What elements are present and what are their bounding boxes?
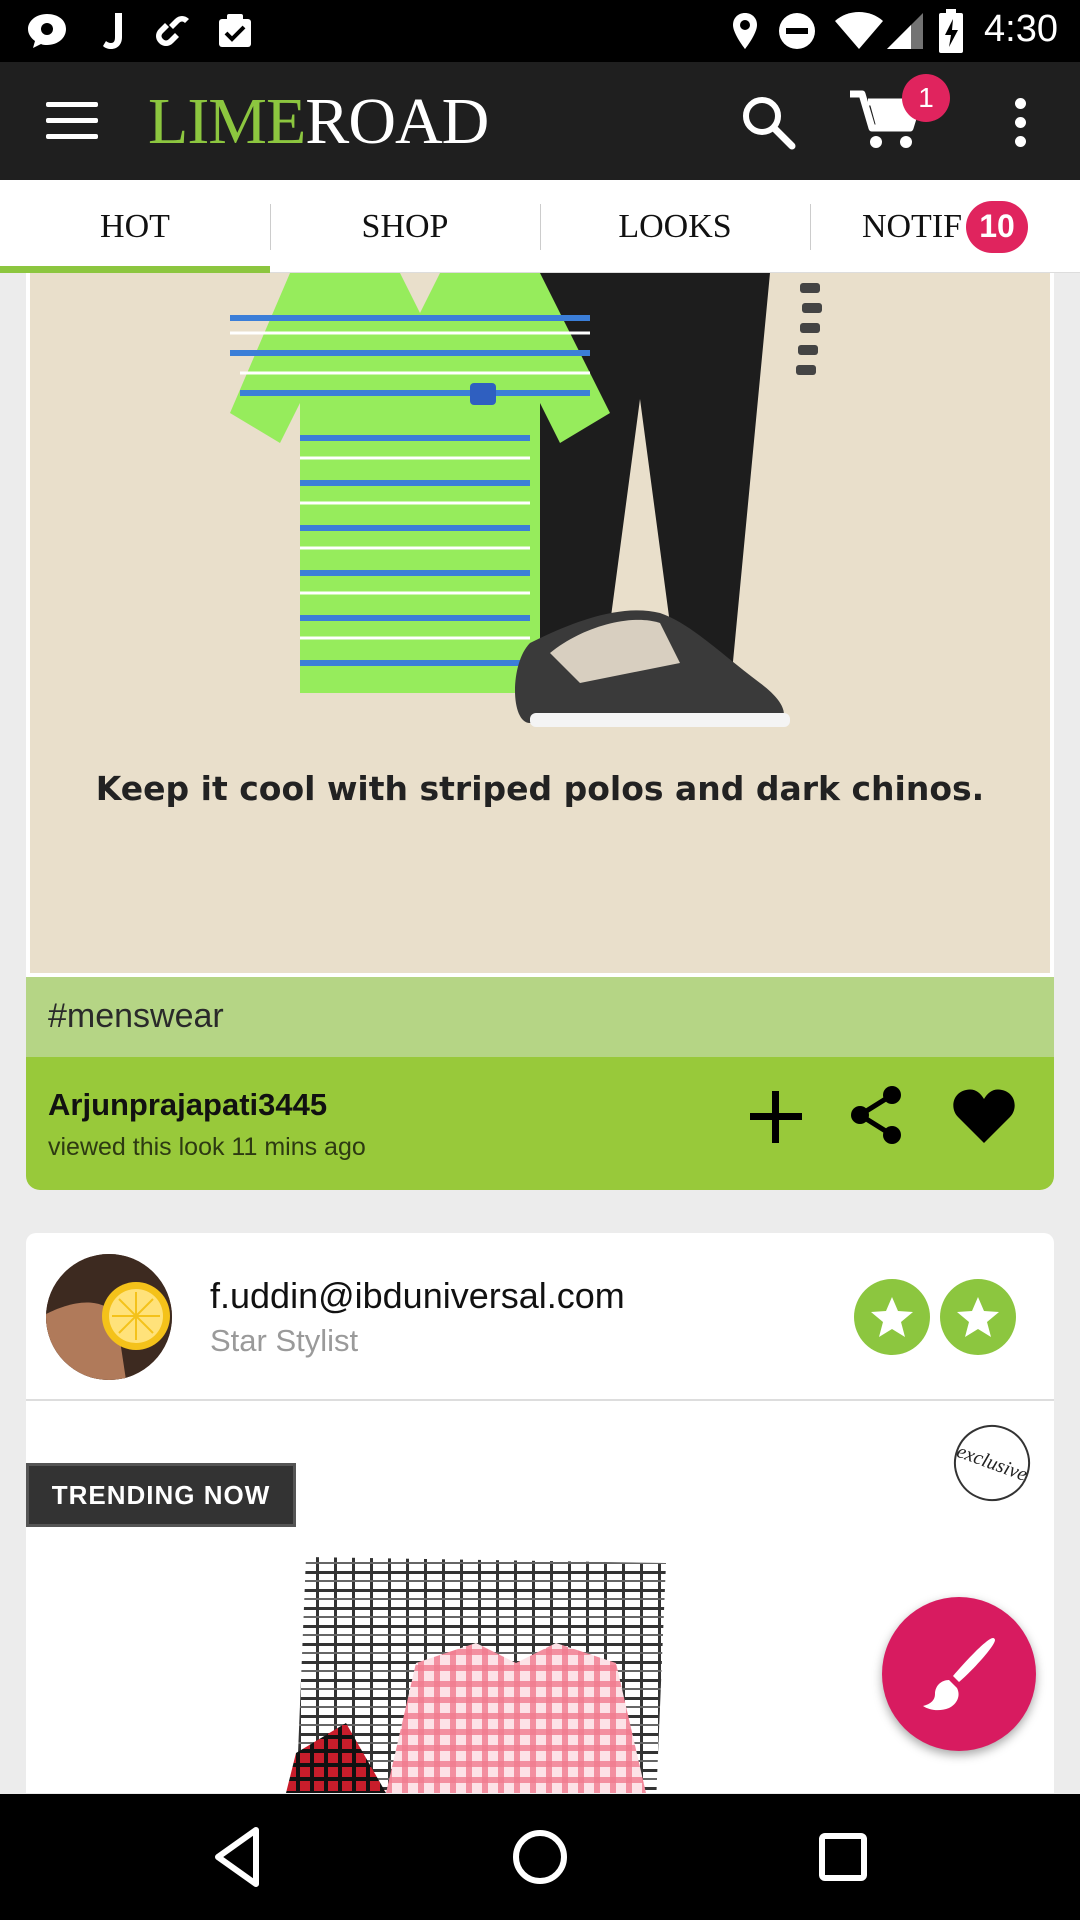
star-badge-icon: [854, 1279, 930, 1355]
tab-bar: HOT SHOP LOOKS NOTIF 10: [0, 180, 1080, 273]
j-app-icon: [92, 10, 134, 52]
status-bar: 4:30: [0, 0, 1080, 62]
limeroad-logo[interactable]: LIMEROAD: [148, 84, 489, 160]
wifi-icon: [832, 10, 886, 52]
brush-icon: [923, 1638, 995, 1711]
exclusive-stamp: exclusive: [943, 1414, 1041, 1512]
status-time: 4:30: [984, 8, 1058, 50]
recents-icon[interactable]: [810, 1824, 876, 1890]
clipboard-icon: [214, 10, 256, 52]
tab-shop[interactable]: SHOP: [270, 180, 540, 273]
app-bar: LIMEROAD 1: [0, 62, 1080, 180]
link-icon: [150, 10, 192, 52]
trending-label: TRENDING NOW: [26, 1463, 296, 1527]
activity-bar: Arjunprajapati3445 viewed this look 11 m…: [26, 1057, 1054, 1190]
stylist-name[interactable]: f.uddin@ibduniversal.com: [210, 1275, 625, 1317]
star-badge-icon: [940, 1279, 1016, 1355]
heart-icon[interactable]: [952, 1087, 1016, 1145]
do-not-disturb-icon: [776, 10, 818, 52]
menu-icon[interactable]: [40, 94, 100, 148]
stylist-role: Star Stylist: [210, 1323, 359, 1358]
overflow-menu-icon[interactable]: [1006, 98, 1036, 148]
avatar[interactable]: [46, 1254, 172, 1380]
look-caption: Keep it cool with striped polos and dark…: [95, 769, 985, 808]
navigation-bar: [0, 1794, 1080, 1920]
battery-charging-icon: [934, 9, 968, 53]
tab-notif[interactable]: NOTIF 10: [810, 180, 1080, 273]
share-icon[interactable]: [848, 1085, 904, 1145]
search-icon[interactable]: [738, 92, 798, 152]
activity-description: viewed this look 11 mins ago: [48, 1133, 366, 1161]
look-image[interactable]: Keep it cool with striped polos and dark…: [26, 273, 1054, 977]
tab-looks[interactable]: LOOKS: [540, 180, 810, 273]
checked-shirts-illustration: [286, 1557, 666, 1793]
stylist-header[interactable]: f.uddin@ibduniversal.com Star Stylist: [26, 1233, 1054, 1401]
add-icon[interactable]: [748, 1089, 804, 1145]
notif-count-badge: 10: [966, 200, 1029, 253]
cart-count-badge: 1: [902, 74, 950, 122]
home-icon[interactable]: [507, 1824, 573, 1890]
location-icon: [724, 10, 766, 52]
back-icon[interactable]: [206, 1824, 272, 1890]
create-look-button[interactable]: [882, 1597, 1036, 1751]
hashtag-bar[interactable]: #menswear: [26, 977, 1054, 1057]
chat-bubble-icon: [26, 10, 68, 52]
outfit-illustration: [230, 273, 822, 727]
look-card: Keep it cool with striped polos and dark…: [26, 273, 1054, 1190]
signal-icon: [884, 10, 926, 52]
tab-hot[interactable]: HOT: [0, 180, 270, 273]
post-image[interactable]: TRENDING NOW exclusive: [26, 1403, 1054, 1793]
active-tab-indicator: [0, 266, 270, 273]
activity-username[interactable]: Arjunprajapati3445: [48, 1087, 327, 1123]
hashtag[interactable]: #menswear: [48, 997, 224, 1036]
